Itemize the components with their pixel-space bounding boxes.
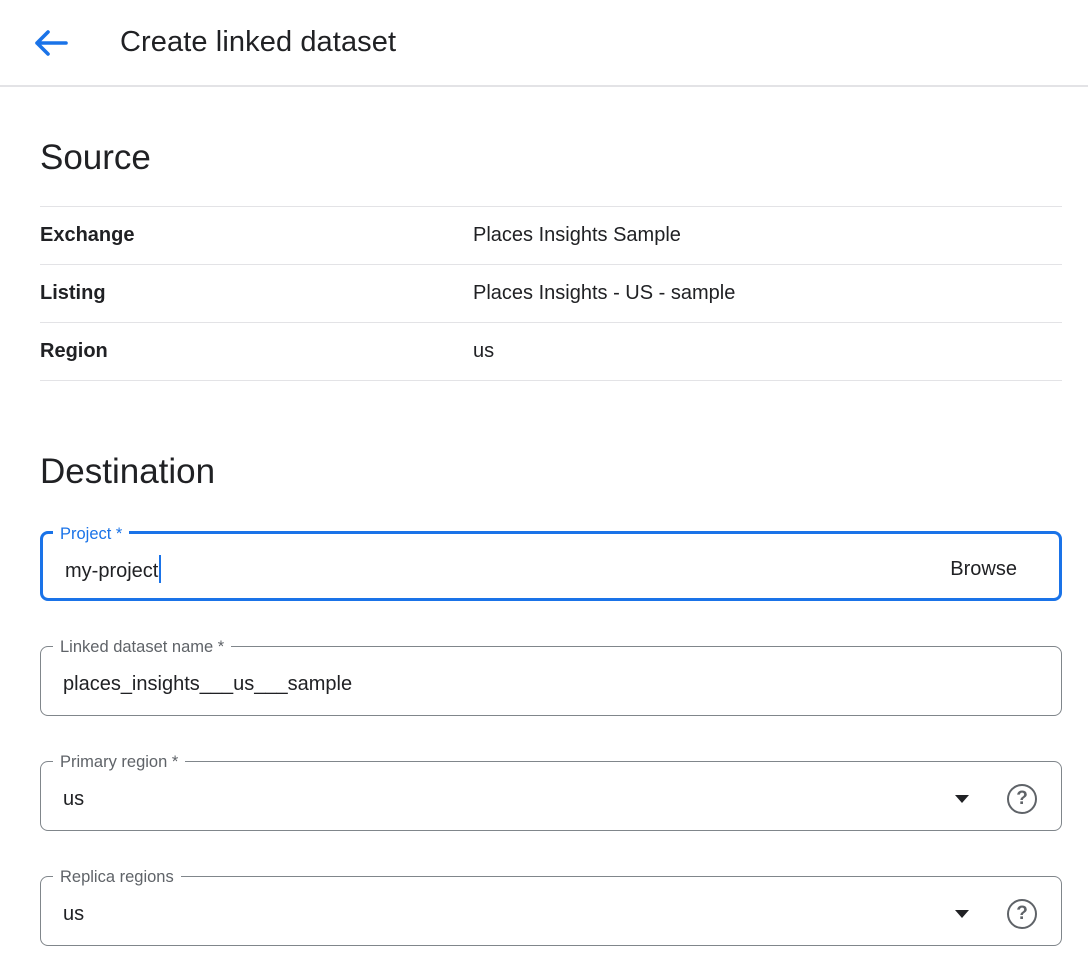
source-section-heading: Source (40, 137, 1062, 179)
region-value: us (473, 340, 494, 363)
chevron-down-icon[interactable] (955, 910, 969, 918)
replica-regions-field[interactable]: Replica regions us ? (40, 876, 1062, 946)
replica-regions-select-value[interactable]: us (63, 903, 84, 926)
page-title: Create linked dataset (120, 26, 396, 59)
primary-region-field[interactable]: Primary region * us ? (40, 761, 1062, 831)
primary-region-label: Primary region * (53, 752, 185, 772)
chevron-down-icon[interactable] (955, 795, 969, 803)
listing-value: Places Insights - US - sample (473, 282, 735, 305)
source-info-table: Exchange Places Insights Sample Listing … (40, 206, 1062, 381)
page-header: Create linked dataset (0, 0, 1088, 87)
listing-label: Listing (40, 282, 473, 305)
linked-dataset-name-field[interactable]: Linked dataset name * places_insights___… (40, 646, 1062, 716)
destination-section-heading: Destination (40, 451, 1062, 493)
table-row-exchange: Exchange Places Insights Sample (40, 207, 1062, 265)
primary-region-select-value[interactable]: us (63, 788, 84, 811)
project-input[interactable]: my-project (65, 555, 161, 583)
region-label: Region (40, 340, 473, 363)
exchange-label: Exchange (40, 224, 473, 247)
replica-regions-controls: ? (955, 899, 1041, 929)
replica-regions-label: Replica regions (53, 867, 181, 887)
text-cursor (159, 555, 161, 583)
exchange-value: Places Insights Sample (473, 224, 681, 247)
help-icon[interactable]: ? (1007, 784, 1037, 814)
arrow-left-icon (32, 28, 69, 58)
table-row-region: Region us (40, 323, 1062, 381)
back-button[interactable] (30, 23, 70, 63)
linked-dataset-name-input[interactable]: places_insights___us___sample (63, 673, 352, 696)
help-icon[interactable]: ? (1007, 899, 1037, 929)
browse-button[interactable]: Browse (950, 558, 1017, 581)
main-content: Source Exchange Places Insights Sample L… (0, 137, 1088, 946)
linked-dataset-name-label: Linked dataset name * (53, 637, 231, 657)
project-field-label: Project * (53, 524, 129, 544)
project-field[interactable]: Project * my-project Browse (40, 531, 1062, 601)
primary-region-controls: ? (955, 784, 1041, 814)
table-row-listing: Listing Places Insights - US - sample (40, 265, 1062, 323)
